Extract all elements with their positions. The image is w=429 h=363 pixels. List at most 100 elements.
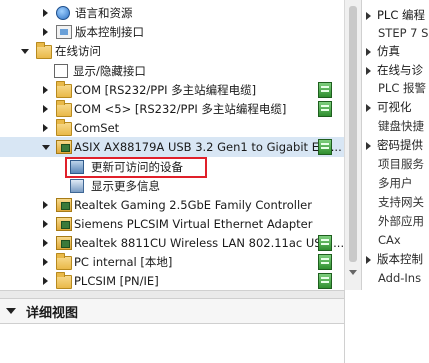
tree-item-label: PLCSIM [PN/IE] <box>74 274 159 288</box>
expand-arrow-icon[interactable] <box>42 201 50 209</box>
help-item-label: PLC 报警 <box>378 81 427 95</box>
bottom-area: 详细视图 <box>0 290 429 363</box>
expand-arrow-icon <box>366 103 371 112</box>
tree-item-show-more-info[interactable]: 显示更多信息 <box>0 176 330 196</box>
highlight-box <box>65 157 207 178</box>
tree-item-pc-internal[interactable]: PC internal [本地] <box>0 252 332 272</box>
show-hide-icon <box>54 64 68 78</box>
help-item-label: 键盘快捷 <box>378 119 424 133</box>
expand-arrow-icon[interactable] <box>42 9 50 17</box>
tree-item-show-hide-interfaces[interactable]: 显示/隐藏接口 <box>0 61 330 81</box>
online-status-icon <box>318 139 332 155</box>
network-adapter-icon <box>56 236 72 250</box>
online-status-icon <box>318 82 332 98</box>
tree-item-label: ComSet <box>74 121 120 135</box>
help-item-add-ins[interactable]: Add-Ins <box>378 269 421 287</box>
folder-icon <box>56 100 72 117</box>
help-item-support-gateway[interactable]: 支持网关 <box>378 193 424 211</box>
tree-item-label: 显示/隐藏接口 <box>73 64 146 78</box>
tree-item-label: COM [RS232/PPI 多主站编程电缆] <box>74 83 257 97</box>
detail-view-header[interactable]: 详细视图 <box>0 298 344 324</box>
help-item-label: Add-Ins <box>378 271 422 285</box>
help-item-label: STEP 7 Sa <box>378 26 429 40</box>
horizontal-scrollbar[interactable] <box>0 290 344 298</box>
tree-item-realtek-wireless[interactable]: Realtek 8811CU Wireless LAN 802.11ac USB… <box>0 233 344 253</box>
detail-view-body <box>0 324 344 363</box>
help-item-label: 项目服务 <box>378 157 424 171</box>
help-item-label: 支持网关 <box>378 195 424 209</box>
tree-item-label: 在线访问 <box>55 44 101 58</box>
collapse-arrow-icon[interactable] <box>21 47 29 55</box>
tree-item-label: Realtek Gaming 2.5GbE Family Controller <box>74 198 312 212</box>
right-panel-bottom <box>344 290 429 363</box>
scroll-down-icon[interactable] <box>349 270 357 275</box>
tree-item-realtek-gaming[interactable]: Realtek Gaming 2.5GbE Family Controller <box>0 195 330 215</box>
help-item-external-apps[interactable]: 外部应用 <box>378 212 424 230</box>
expand-arrow-icon <box>366 66 371 75</box>
tree-item-asix-adapter[interactable]: ASIX AX88179A USB 3.2 Gen1 to Gigabit Et… <box>0 137 344 157</box>
tree-item-languages[interactable]: 语言和资源 <box>0 3 330 23</box>
chevron-down-icon[interactable] <box>6 308 16 314</box>
help-item-online-diagnostics[interactable]: 在线与诊 <box>366 61 423 79</box>
expand-arrow-icon <box>366 11 371 20</box>
globe-icon <box>56 6 70 20</box>
tree-item-version-control[interactable]: 版本控制接口 <box>0 22 330 42</box>
tree-item-online-access[interactable]: 在线访问 <box>0 41 330 61</box>
help-item-plc-alarms[interactable]: PLC 报警 <box>378 79 426 97</box>
collapse-arrow-icon[interactable] <box>42 143 50 151</box>
network-adapter-icon <box>56 140 72 154</box>
info-icon <box>70 179 84 193</box>
tree-item-label: ASIX AX88179A USB 3.2 Gen1 to Gigabit Et… <box>74 140 342 154</box>
tree-item-plcsim[interactable]: PLCSIM [PN/IE] <box>0 271 332 290</box>
expand-arrow-icon[interactable] <box>42 124 50 132</box>
expand-arrow-icon[interactable] <box>42 86 50 94</box>
folder-icon <box>56 272 72 289</box>
help-item-label: 密码提供 <box>377 138 423 152</box>
tree-item-comset[interactable]: ComSet <box>0 118 330 138</box>
folder-icon <box>56 81 72 98</box>
expand-arrow-icon <box>366 141 371 150</box>
tree-item-label: 语言和资源 <box>75 6 133 20</box>
tree-item-siemens-plcsim-adapter[interactable]: Siemens PLCSIM Virtual Ethernet Adapter <box>0 214 330 234</box>
folder-icon <box>56 119 72 136</box>
help-item-visualization[interactable]: 可视化 <box>366 98 412 116</box>
project-tree-panel: 语言和资源 版本控制接口 在线访问 显示/隐藏接口 COM [RS232/PPI… <box>0 0 344 290</box>
help-item-keyboard-shortcuts[interactable]: 键盘快捷 <box>378 117 424 135</box>
tree-item-label: 显示更多信息 <box>91 179 160 193</box>
tree-item-label: Realtek 8811CU Wireless LAN 802.11ac USB… <box>74 236 344 250</box>
expand-arrow-icon[interactable] <box>42 28 50 36</box>
vertical-scrollbar[interactable] <box>344 0 361 290</box>
help-item-label: 外部应用 <box>378 214 424 228</box>
help-item-simulation[interactable]: 仿真 <box>366 42 400 60</box>
expand-arrow-icon[interactable] <box>42 105 50 113</box>
help-item-project-server[interactable]: 项目服务 <box>378 155 424 173</box>
tree-item-label: Siemens PLCSIM Virtual Ethernet Adapter <box>74 217 313 231</box>
network-adapter-icon <box>56 217 72 231</box>
detail-view-title: 详细视图 <box>26 305 79 321</box>
help-item-cax[interactable]: CAx <box>378 231 401 249</box>
tree-item-com[interactable]: COM [RS232/PPI 多主站编程电缆] <box>0 80 332 100</box>
expand-arrow-icon[interactable] <box>42 239 50 247</box>
expand-arrow-icon[interactable] <box>42 258 50 266</box>
tree-item-label: PC internal [本地] <box>74 255 173 269</box>
help-item-version-control[interactable]: 版本控制 <box>366 250 423 268</box>
online-status-icon <box>318 273 332 289</box>
help-item-label: CAx <box>378 233 401 247</box>
scrollbar-thumb[interactable] <box>349 6 357 262</box>
help-item-password-provider[interactable]: 密码提供 <box>366 136 423 154</box>
help-item-label: 仿真 <box>377 44 400 58</box>
expand-arrow-icon[interactable] <box>42 220 50 228</box>
expand-arrow-icon <box>366 255 371 264</box>
help-item-label: 版本控制 <box>377 252 423 266</box>
help-item-plc-programming[interactable]: PLC 编程 <box>366 6 425 24</box>
help-item-label: PLC 编程 <box>377 8 426 22</box>
network-adapter-icon <box>56 198 72 212</box>
folder-icon <box>56 253 72 270</box>
tree-item-com5[interactable]: COM <5> [RS232/PPI 多主站编程电缆] <box>0 99 332 119</box>
help-item-step7-safety[interactable]: STEP 7 Sa <box>378 24 429 42</box>
expand-arrow-icon[interactable] <box>42 277 50 285</box>
online-status-icon <box>318 254 332 270</box>
help-item-multiuser[interactable]: 多用户 <box>378 174 413 192</box>
help-item-label: 多用户 <box>378 176 413 190</box>
tree-item-label: 版本控制接口 <box>75 25 144 39</box>
